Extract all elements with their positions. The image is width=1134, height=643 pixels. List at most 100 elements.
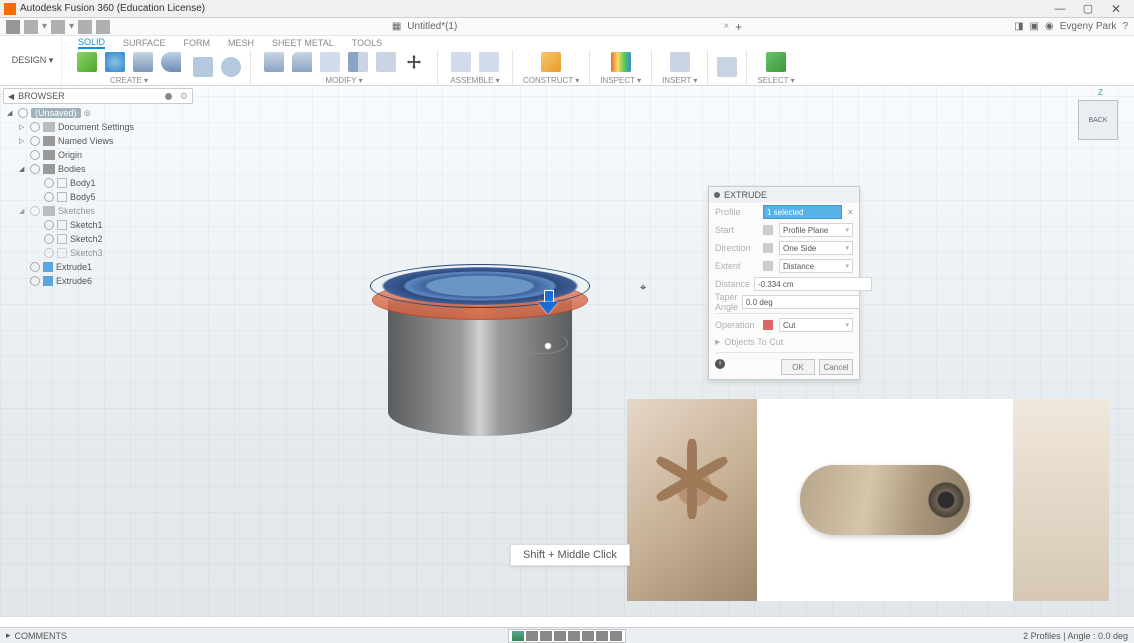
tree-item[interactable]: Body1 <box>5 176 191 190</box>
measure-button[interactable] <box>608 49 634 75</box>
browser-collapse-icon[interactable]: ◀ <box>8 92 14 101</box>
zoom-icon[interactable] <box>540 631 552 641</box>
start-dropdown[interactable]: Profile Plane <box>779 223 853 237</box>
select-button[interactable] <box>763 49 789 75</box>
group-create-label[interactable]: CREATE ▾ <box>110 76 148 85</box>
extrude-arrow-manipulator[interactable] <box>538 290 558 314</box>
visibility-toggle-icon[interactable] <box>30 262 40 272</box>
operation-dropdown[interactable]: Cut <box>779 318 853 332</box>
hole-button[interactable] <box>218 54 244 80</box>
profile-field[interactable]: 1 selected <box>763 205 842 219</box>
model-geometry[interactable] <box>360 250 600 450</box>
visibility-toggle-icon[interactable] <box>30 164 40 174</box>
tree-item[interactable]: Sketch3 <box>5 246 191 260</box>
as-built-joint-button[interactable] <box>476 49 502 75</box>
create-form-button[interactable] <box>102 49 128 75</box>
pan-icon[interactable] <box>526 631 538 641</box>
tab-sheetmetal[interactable]: SHEET METAL <box>272 36 334 49</box>
distance-input[interactable] <box>754 277 872 291</box>
tab-tools[interactable]: TOOLS <box>352 36 382 49</box>
browser-settings-icon[interactable]: ⚙ <box>180 91 188 102</box>
cylinder-body[interactable] <box>388 300 572 436</box>
dialog-info-icon[interactable]: i <box>715 359 725 369</box>
extrude-dialog[interactable]: EXTRUDE Profile 1 selected × Start Profi… <box>708 186 860 380</box>
viewports-icon[interactable] <box>610 631 622 641</box>
root-settings-icon[interactable]: ⊚ <box>84 108 92 119</box>
tab-mesh[interactable]: MESH <box>228 36 254 49</box>
tree-item[interactable]: ◢Bodies <box>5 162 191 176</box>
doc-tab-title[interactable]: Untitled*(1) <box>407 21 457 32</box>
display-icon[interactable] <box>582 631 594 641</box>
tree-item[interactable]: Origin <box>5 148 191 162</box>
visibility-toggle-icon[interactable] <box>30 122 40 132</box>
notifications-icon[interactable]: ▣ <box>1030 21 1039 32</box>
qa-dropdown-icon[interactable]: ▾ <box>42 21 47 32</box>
look-at-icon[interactable] <box>568 631 580 641</box>
fillet-button[interactable] <box>289 49 315 75</box>
tab-solid[interactable]: SOLID <box>78 36 105 49</box>
visibility-toggle-icon[interactable] <box>44 192 54 202</box>
tree-root[interactable]: ◢ (Unsaved) ⊚ <box>5 106 191 120</box>
tab-form[interactable]: FORM <box>184 36 211 49</box>
visibility-toggle-icon[interactable] <box>44 248 54 258</box>
comments-label[interactable]: COMMENTS <box>15 631 68 641</box>
app-menu-icon[interactable] <box>6 20 20 34</box>
ok-button[interactable]: OK <box>781 359 815 375</box>
visibility-toggle-icon[interactable] <box>44 178 54 188</box>
maximize-button[interactable]: ▢ <box>1074 2 1102 15</box>
undo-icon[interactable] <box>78 20 92 34</box>
doc-tab-close-icon[interactable]: × <box>723 21 729 32</box>
construct-plane-button[interactable] <box>538 49 564 75</box>
visibility-toggle-icon[interactable] <box>30 150 40 160</box>
cancel-button[interactable]: Cancel <box>819 359 853 375</box>
fit-icon[interactable] <box>554 631 566 641</box>
tree-item[interactable]: Extrude6 <box>5 274 191 288</box>
group-inspect-label[interactable]: INSPECT ▾ <box>600 76 641 85</box>
press-pull-button[interactable] <box>261 49 287 75</box>
group-insert-label[interactable]: INSERT ▾ <box>662 76 697 85</box>
close-button[interactable]: ✕ <box>1102 2 1130 16</box>
tree-item[interactable]: Sketch2 <box>5 232 191 246</box>
visibility-toggle-icon[interactable] <box>44 234 54 244</box>
group-construct-label[interactable]: CONSTRUCT ▾ <box>523 76 579 85</box>
direction-dropdown[interactable]: One Side <box>779 241 853 255</box>
group-assemble-label[interactable]: ASSEMBLE ▾ <box>450 76 499 85</box>
revolve-button[interactable] <box>158 49 184 75</box>
extent-dropdown[interactable]: Distance <box>779 259 853 273</box>
insert-button[interactable] <box>667 49 693 75</box>
extensions-icon[interactable]: ◨ <box>1014 21 1023 32</box>
selection-filter-button[interactable] <box>714 54 740 80</box>
combine-button[interactable] <box>345 49 371 75</box>
tree-item[interactable]: ◢Sketches <box>5 204 191 218</box>
shell-button[interactable] <box>317 49 343 75</box>
help-icon[interactable]: ? <box>1122 21 1128 32</box>
orbit-icon[interactable] <box>512 631 524 641</box>
user-avatar-icon[interactable]: ◉ <box>1045 21 1054 32</box>
extrude-button[interactable] <box>130 49 156 75</box>
tree-item[interactable]: Extrude1 <box>5 260 191 274</box>
pattern-button[interactable] <box>373 49 399 75</box>
browser-header[interactable]: ◀ BROWSER ⚙ <box>3 88 193 104</box>
file-icon[interactable] <box>24 20 38 34</box>
visibility-toggle-icon[interactable] <box>30 276 40 286</box>
objects-caret-icon[interactable]: ▶ <box>715 338 720 346</box>
visibility-toggle-icon[interactable] <box>30 206 40 216</box>
taper-input[interactable] <box>742 295 860 309</box>
dialog-titlebar[interactable]: EXTRUDE <box>709 187 859 203</box>
new-tab-button[interactable]: + <box>735 20 742 34</box>
visibility-toggle-icon[interactable] <box>44 220 54 230</box>
move-button[interactable] <box>401 49 427 75</box>
objects-to-cut-label[interactable]: Objects To Cut <box>724 337 783 347</box>
comments-expand-icon[interactable]: ▸ <box>6 630 11 641</box>
group-modify-label[interactable]: MODIFY ▾ <box>325 76 362 85</box>
save-dropdown-icon[interactable]: ▾ <box>69 21 74 32</box>
group-select-label[interactable]: SELECT ▾ <box>757 76 794 85</box>
new-sketch-button[interactable] <box>74 49 100 75</box>
tree-item[interactable]: Sketch1 <box>5 218 191 232</box>
visibility-toggle-icon[interactable] <box>30 136 40 146</box>
sweep-button[interactable] <box>190 54 216 80</box>
tree-item[interactable]: ▷Named Views <box>5 134 191 148</box>
user-name[interactable]: Evgeny Park <box>1060 21 1117 32</box>
tree-item[interactable]: ▷Document Settings <box>5 120 191 134</box>
workspace-switcher[interactable]: DESIGN ▾ <box>4 36 62 85</box>
